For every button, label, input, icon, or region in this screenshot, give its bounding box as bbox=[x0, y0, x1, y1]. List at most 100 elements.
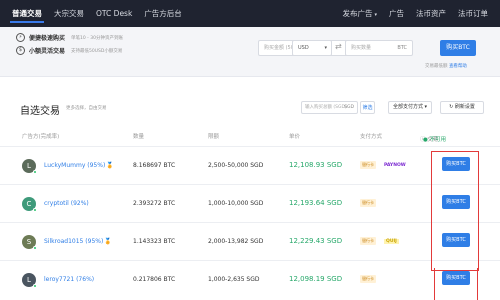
payment-cell: 银行卡 QUIJ bbox=[360, 237, 399, 245]
online-status-dot bbox=[33, 284, 37, 288]
avatar[interactable]: S bbox=[22, 235, 37, 250]
payment-method-select[interactable]: 全部支付方式 ▾ bbox=[388, 101, 432, 114]
search-amount-input[interactable]: 输入购买总额 (SGD) SGD bbox=[301, 101, 358, 114]
quantity-input-placeholder: 购买数量 bbox=[351, 45, 372, 51]
price-cell: 12,108.93 SGD bbox=[289, 161, 343, 169]
paynow-logo: PAYNOW bbox=[384, 163, 406, 168]
currency-select-value: USD bbox=[298, 45, 309, 51]
limit-cell: 2,000-13,982 SGD bbox=[208, 238, 264, 245]
nav-item-fiat-orders[interactable]: 法币订单 bbox=[452, 0, 494, 27]
header-limit: 限额 bbox=[208, 134, 220, 140]
header-payment: 支付方式 bbox=[360, 134, 383, 140]
avatar-initial: L bbox=[27, 276, 31, 284]
nav-item-otc-desk[interactable]: OTC Desk bbox=[90, 0, 138, 27]
refresh-settings-button[interactable]: ↻ 刷新设置 bbox=[440, 101, 484, 114]
avatar-initial: S bbox=[26, 238, 32, 246]
table-header: 广告方(完成率) 数量 限额 单价 支付方式 ⓘ 交易 ● 不可用 bbox=[0, 128, 500, 144]
price-cell: 12,229.43 SGD bbox=[289, 237, 343, 245]
advertiser-name-text: cryptotil (92%) bbox=[44, 200, 89, 207]
highlight-box bbox=[431, 151, 479, 271]
nav-item-ad-backend[interactable]: 广告方后台 bbox=[138, 0, 188, 27]
medal-icon: 🏅 bbox=[106, 162, 114, 169]
quick-row-fast-title: 便捷极速购买 bbox=[29, 35, 66, 42]
quantity-input[interactable]: 购买数量 BTC bbox=[345, 40, 413, 56]
quantity-input-unit: BTC bbox=[397, 45, 407, 51]
nav-left: 普通交易 大宗交易 OTC Desk 广告方后台 bbox=[6, 0, 188, 27]
page-title: 自选交易 bbox=[20, 106, 60, 117]
limit-cell: 1,000-2,635 SGD bbox=[208, 276, 260, 283]
quick-row-small: $ 小额灵活交易 支持最低50USD小额交易 bbox=[16, 46, 122, 55]
currency-select[interactable]: USD ▾ bbox=[292, 40, 332, 56]
table-row: L LuckyMummy (95%)🏅 8.168697 BTC 2,500-5… bbox=[0, 146, 500, 184]
advertiser-name[interactable]: cryptotil (92%) bbox=[44, 200, 89, 207]
payment-cell: 银行卡 PAYNOW bbox=[360, 161, 406, 169]
payment-app-logo: QUIJ bbox=[384, 239, 399, 244]
online-status-dot bbox=[33, 170, 37, 174]
header-price: 单价 bbox=[289, 134, 301, 140]
advertiser-name-text: leroy7721 (76%) bbox=[44, 276, 95, 283]
table-row: C cryptotil (92%) 2.393272 BTC 1,000-10,… bbox=[0, 184, 500, 222]
quick-buy-button[interactable]: 购买BTC bbox=[440, 40, 476, 56]
quick-trade-panel: ⚡ 便捷极速购买 单笔10 - 30分钟资产到账 $ 小额灵活交易 支持最低50… bbox=[0, 27, 500, 77]
avatar[interactable]: L bbox=[22, 159, 37, 174]
page-subtitle: 更多选择，自由交易 bbox=[66, 106, 107, 111]
lightning-icon: ⚡ bbox=[16, 33, 25, 42]
coin-icon: $ bbox=[16, 46, 25, 55]
chevron-down-icon: ▾ bbox=[324, 45, 327, 51]
avatar-initial: C bbox=[26, 200, 32, 208]
header-quantity: 数量 bbox=[133, 134, 145, 140]
search-amount-unit: SGD bbox=[344, 105, 354, 110]
advertiser-name-text: Silkroad1015 (95%) bbox=[44, 238, 104, 245]
advertiser-name[interactable]: LuckyMummy (95%)🏅 bbox=[44, 162, 114, 169]
nav-item-normal-trade[interactable]: 普通交易 bbox=[6, 0, 48, 27]
advertiser-name[interactable]: leroy7721 (76%) bbox=[44, 276, 94, 283]
quantity-cell: 0.217806 BTC bbox=[133, 276, 176, 283]
price-cell: 12,193.64 SGD bbox=[289, 199, 343, 207]
avatar[interactable]: L bbox=[22, 273, 37, 288]
trade-toggle-value: ● 不可用 bbox=[423, 137, 447, 143]
nav-item-post-ad[interactable]: 发布广告 ▾ bbox=[336, 0, 383, 27]
filter-button[interactable]: 筛选 bbox=[360, 101, 375, 114]
nav-item-post-ad-label: 发布广告 bbox=[342, 9, 373, 18]
online-status-dot bbox=[33, 246, 37, 250]
help-link-prefix: 交易最低额 bbox=[425, 64, 449, 69]
quantity-cell: 8.168697 BTC bbox=[133, 162, 176, 169]
table-row: L leroy7721 (76%) 0.217806 BTC 1,000-2,6… bbox=[0, 260, 500, 298]
nav-item-ads[interactable]: 广告 bbox=[383, 0, 410, 27]
nav-item-fiat-assets[interactable]: 法币资产 bbox=[410, 0, 452, 27]
bank-card-badge: 银行卡 bbox=[360, 199, 376, 207]
payment-cell: 银行卡 bbox=[360, 199, 384, 207]
bank-card-badge: 银行卡 bbox=[360, 161, 376, 169]
table-row: S Silkroad1015 (95%)🏅 1.143323 BTC 2,000… bbox=[0, 222, 500, 260]
avatar-initial: L bbox=[27, 162, 31, 170]
header-advertiser: 广告方(完成率) bbox=[22, 134, 60, 140]
highlight-line bbox=[477, 268, 478, 300]
quantity-cell: 2.393272 BTC bbox=[133, 200, 176, 207]
price-cell: 12,098.19 SGD bbox=[289, 275, 343, 283]
highlight-line bbox=[434, 268, 435, 300]
limit-cell: 1,000-10,000 SGD bbox=[208, 200, 264, 207]
bank-card-badge: 银行卡 bbox=[360, 275, 376, 283]
quick-row-fast: ⚡ 便捷极速购买 单笔10 - 30分钟资产到账 bbox=[16, 33, 123, 42]
nav-right: 发布广告 ▾ 广告 法币资产 法币订单 bbox=[336, 0, 494, 27]
swap-icon[interactable]: ⇄ bbox=[335, 42, 342, 51]
chevron-down-icon: ▾ bbox=[374, 12, 377, 18]
quantity-cell: 1.143323 BTC bbox=[133, 238, 176, 245]
advertiser-name-text: LuckyMummy (95%) bbox=[44, 162, 106, 169]
advertiser-name[interactable]: Silkroad1015 (95%)🏅 bbox=[44, 238, 112, 245]
bank-card-badge: 银行卡 bbox=[360, 237, 376, 245]
avatar[interactable]: C bbox=[22, 197, 37, 212]
payment-cell: 银行卡 bbox=[360, 275, 384, 283]
help-link[interactable]: 查看帮助 bbox=[449, 64, 467, 69]
buy-btc-button[interactable]: 购买BTC bbox=[442, 271, 470, 285]
quick-row-fast-hint: 单笔10 - 30分钟资产到账 bbox=[71, 35, 123, 41]
limit-cell: 2,500-50,000 SGD bbox=[208, 162, 264, 169]
top-nav: 普通交易 大宗交易 OTC Desk 广告方后台 发布广告 ▾ 广告 法币资产 法… bbox=[0, 0, 500, 27]
quick-row-small-title: 小额灵活交易 bbox=[29, 48, 66, 55]
help-link-text: 交易最低额 查看帮助 bbox=[425, 63, 467, 69]
search-amount-placeholder: 输入购买总额 (SGD) bbox=[305, 105, 347, 110]
nav-item-block-trade[interactable]: 大宗交易 bbox=[48, 0, 90, 27]
quick-row-small-hint: 支持最低50USD小额交易 bbox=[71, 48, 123, 54]
medal-icon: 🏅 bbox=[104, 238, 112, 245]
online-status-dot bbox=[33, 208, 37, 212]
